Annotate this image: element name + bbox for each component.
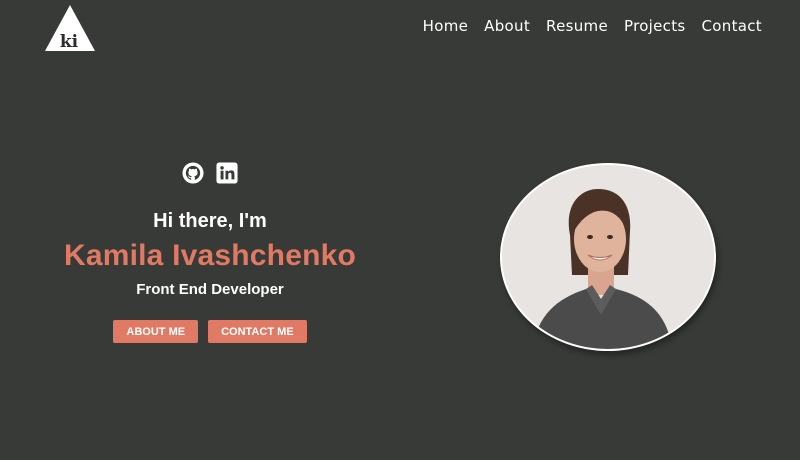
profile-photo <box>500 163 716 351</box>
nav-resume[interactable]: Resume <box>546 17 608 35</box>
linkedin-icon[interactable] <box>216 162 238 184</box>
about-me-button[interactable]: ABOUT ME <box>113 320 199 343</box>
hero-role: Front End Developer <box>136 281 284 298</box>
nav-contact[interactable]: Contact <box>702 17 762 35</box>
github-icon[interactable] <box>182 162 204 184</box>
logo[interactable]: ki <box>44 4 96 52</box>
hero-name: Kamila Ivashchenko <box>63 239 357 272</box>
main-nav: Home About Resume Projects Contact <box>423 17 762 35</box>
logo-text: ki <box>60 32 79 52</box>
nav-home[interactable]: Home <box>423 17 469 35</box>
nav-about[interactable]: About <box>484 17 530 35</box>
contact-me-button[interactable]: CONTACT ME <box>208 320 307 343</box>
social-links <box>182 162 238 184</box>
hero: Hi there, I'm Kamila Ivashchenko Front E… <box>30 160 390 343</box>
hero-buttons: ABOUT ME CONTACT ME <box>113 320 307 343</box>
nav-projects[interactable]: Projects <box>624 17 686 35</box>
greeting: Hi there, I'm <box>153 210 267 232</box>
